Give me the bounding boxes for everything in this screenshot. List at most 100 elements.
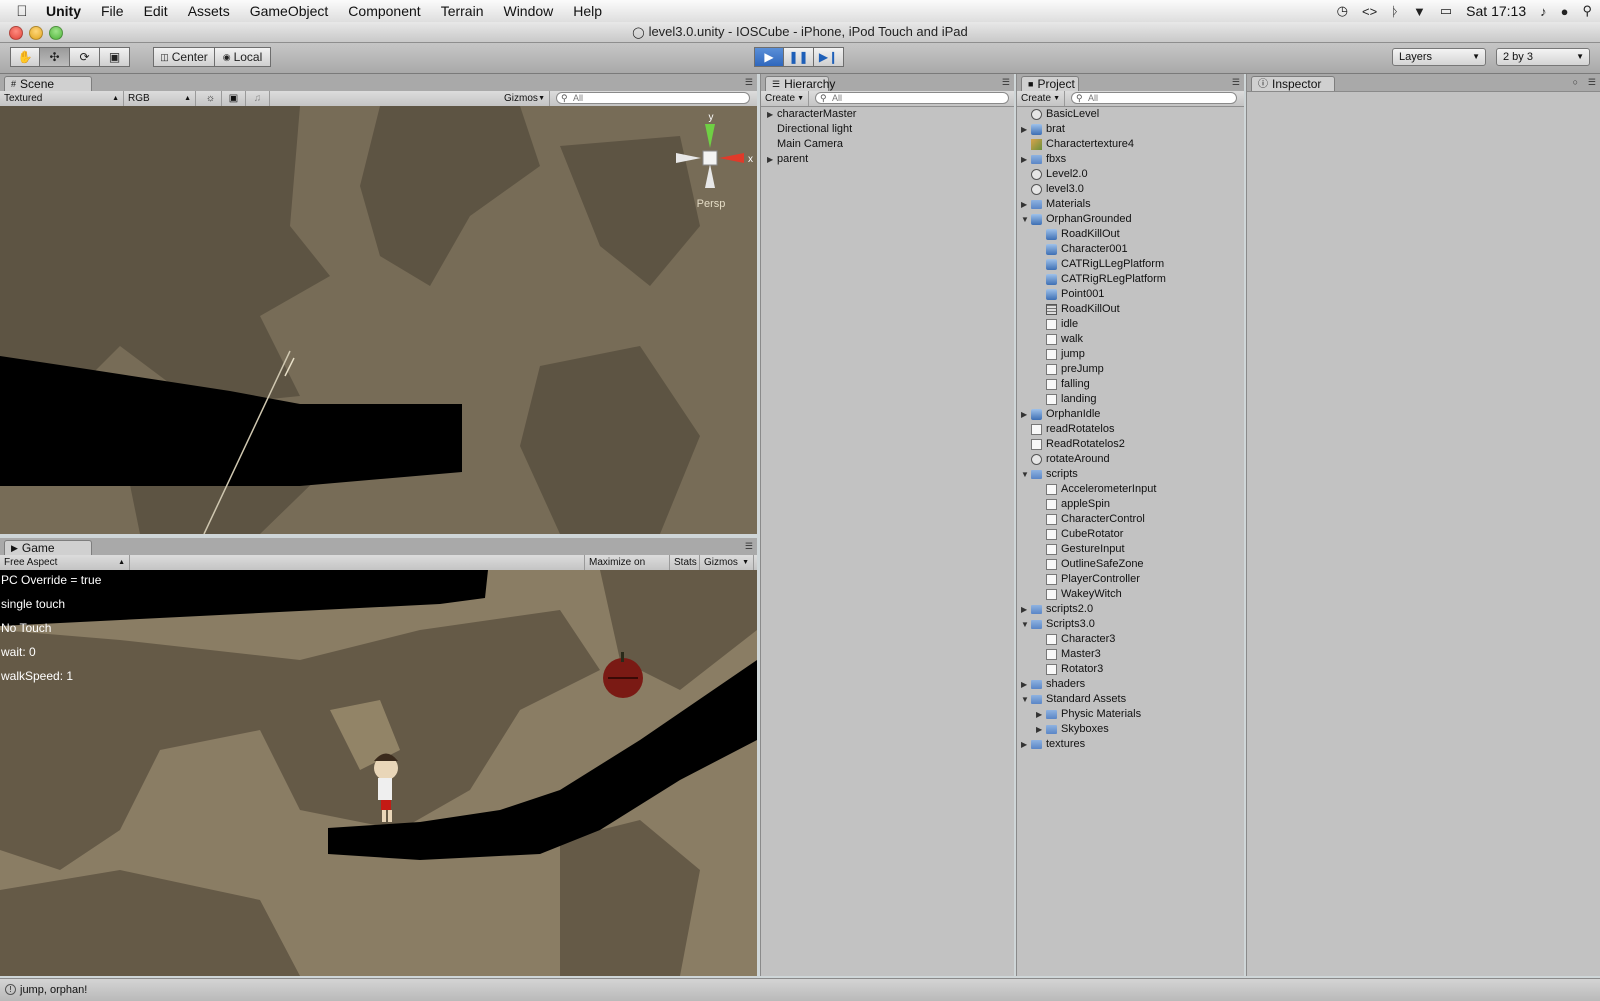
expand-triangle-icon[interactable]: ▶ (1021, 737, 1027, 752)
project-item[interactable]: Rotator3 (1017, 662, 1244, 677)
project-item[interactable]: falling (1017, 377, 1244, 392)
window-zoom-button[interactable] (49, 26, 63, 40)
panel-menu-icon[interactable]: ☰ (1232, 77, 1240, 88)
render-mode-dropdown[interactable]: Textured ▲ (0, 91, 124, 106)
project-item[interactable]: CubeRotator (1017, 527, 1244, 542)
expand-triangle-icon[interactable]: ▶ (1021, 677, 1027, 692)
project-item[interactable]: WakeyWitch (1017, 587, 1244, 602)
project-item[interactable]: appleSpin (1017, 497, 1244, 512)
expand-triangle-icon[interactable]: ▶ (1021, 152, 1027, 167)
project-item[interactable]: ▼ Scripts3.0 (1017, 617, 1244, 632)
project-item[interactable]: Character3 (1017, 632, 1244, 647)
battery-icon[interactable]: ▭ (1440, 3, 1452, 19)
apple-logo-icon[interactable]:  (8, 3, 36, 20)
time-machine-icon[interactable]: ◷ (1337, 3, 1348, 19)
expand-triangle-icon[interactable]: ▶ (767, 107, 773, 122)
menu-component[interactable]: Component (338, 0, 430, 22)
project-create-dropdown[interactable]: Create ▼ (1017, 91, 1065, 106)
expand-triangle-icon[interactable]: ▶ (1021, 197, 1027, 212)
project-item[interactable]: Point001 (1017, 287, 1244, 302)
project-item[interactable]: Character001 (1017, 242, 1244, 257)
project-item[interactable]: ReadRotatelos2 (1017, 437, 1244, 452)
game-gizmos-dropdown[interactable]: Gizmos ▼ (700, 555, 754, 570)
expand-triangle-icon[interactable]: ▶ (1036, 722, 1042, 737)
project-item[interactable]: ▶ textures (1017, 737, 1244, 752)
menu-assets[interactable]: Assets (178, 0, 240, 22)
tab-project[interactable]: ■ Project (1021, 76, 1079, 91)
expand-triangle-icon[interactable]: ▶ (1021, 122, 1027, 137)
scene-gizmos-dropdown[interactable]: Gizmos ▼ (500, 91, 550, 106)
stats-toggle[interactable]: Stats (670, 555, 700, 570)
collapse-triangle-icon[interactable]: ▼ (1021, 467, 1029, 482)
project-item[interactable]: ▶ Physic Materials (1017, 707, 1244, 722)
color-mode-dropdown[interactable]: RGB ▲ (124, 91, 196, 106)
lighting-toggle[interactable]: ☼ (200, 91, 222, 106)
project-item[interactable]: BasicLevel (1017, 107, 1244, 122)
code-icon[interactable]: <> (1362, 4, 1377, 19)
project-item[interactable]: CATRigLLegPlatform (1017, 257, 1244, 272)
user-icon[interactable]: ● (1561, 4, 1569, 19)
project-item[interactable]: CharacterControl (1017, 512, 1244, 527)
menu-gameobject[interactable]: GameObject (240, 0, 339, 22)
project-item[interactable]: RoadKillOut (1017, 302, 1244, 317)
audio-toggle[interactable]: ♫ (246, 91, 270, 106)
tab-inspector[interactable]: ⓘ Inspector (1251, 76, 1335, 91)
step-button[interactable]: ▶❙ (814, 47, 844, 67)
project-item[interactable]: jump (1017, 347, 1244, 362)
project-item[interactable]: Charactertexture4 (1017, 137, 1244, 152)
project-item[interactable]: ▼ OrphanGrounded (1017, 212, 1244, 227)
project-item[interactable]: idle (1017, 317, 1244, 332)
scene-viewport[interactable]: y x Persp (0, 106, 757, 534)
panel-menu-icon[interactable]: ☰ (1002, 77, 1010, 88)
collapse-triangle-icon[interactable]: ▼ (1021, 212, 1029, 227)
tab-scene[interactable]: # Scene (4, 76, 92, 91)
project-item[interactable]: OutlineSafeZone (1017, 557, 1244, 572)
project-item[interactable]: Level2.0 (1017, 167, 1244, 182)
project-item[interactable]: rotateAround (1017, 452, 1244, 467)
expand-triangle-icon[interactable]: ▶ (1036, 707, 1042, 722)
project-item[interactable]: PlayerController (1017, 572, 1244, 587)
hierarchy-item[interactable]: ▶ characterMaster (761, 107, 1014, 122)
hierarchy-search-input[interactable]: ⚲ All (815, 92, 1009, 104)
rotate-tool-button[interactable]: ⟳ (70, 47, 100, 67)
menu-edit[interactable]: Edit (134, 0, 178, 22)
project-item[interactable]: ▶ brat (1017, 122, 1244, 137)
menubar-clock[interactable]: Sat 17:13 (1466, 3, 1526, 19)
project-item[interactable]: walk (1017, 332, 1244, 347)
project-search-input[interactable]: ⚲ All (1071, 92, 1237, 104)
project-item[interactable]: AccelerometerInput (1017, 482, 1244, 497)
image-effects-toggle[interactable]: ▣ (222, 91, 246, 106)
project-item[interactable]: level3.0 (1017, 182, 1244, 197)
collapse-triangle-icon[interactable]: ▼ (1021, 617, 1029, 632)
tab-game[interactable]: ▶ Game (4, 540, 92, 555)
spotlight-search-icon[interactable]: ⚲ (1582, 3, 1592, 19)
expand-triangle-icon[interactable]: ▶ (1021, 407, 1027, 422)
aspect-dropdown[interactable]: Free Aspect ▲ (0, 555, 130, 570)
menu-file[interactable]: File (91, 0, 134, 22)
project-item[interactable]: ▶ scripts2.0 (1017, 602, 1244, 617)
play-button[interactable]: ▶ (754, 47, 784, 67)
window-minimize-button[interactable] (29, 26, 43, 40)
project-item[interactable]: readRotatelos (1017, 422, 1244, 437)
game-viewport[interactable]: PC Override = true single touch No Touch… (0, 570, 757, 976)
bluetooth-icon[interactable]: ᚦ (1391, 4, 1399, 19)
volume-icon[interactable]: ♪ (1540, 4, 1547, 19)
pivot-center-button[interactable]: ◫ Center (153, 47, 215, 67)
maximize-on-play-toggle[interactable]: Maximize on Play (584, 555, 670, 583)
panel-menu-icon[interactable]: ☰ (745, 77, 753, 88)
hierarchy-item[interactable]: Main Camera (761, 137, 1014, 152)
menu-help[interactable]: Help (563, 0, 612, 22)
layers-dropdown[interactable]: Layers ▼ (1392, 48, 1486, 66)
project-item[interactable]: Master3 (1017, 647, 1244, 662)
project-item[interactable]: ▼ scripts (1017, 467, 1244, 482)
project-item[interactable]: preJump (1017, 362, 1244, 377)
collapse-triangle-icon[interactable]: ▼ (1021, 692, 1029, 707)
wifi-icon[interactable]: ▼ (1413, 4, 1426, 19)
hierarchy-item[interactable]: ▶ parent (761, 152, 1014, 167)
project-item[interactable]: GestureInput (1017, 542, 1244, 557)
panel-menu-icon[interactable]: ☰ (1588, 77, 1596, 88)
project-item[interactable]: ▶ Materials (1017, 197, 1244, 212)
menu-app-unity[interactable]: Unity (36, 0, 91, 22)
hierarchy-create-dropdown[interactable]: Create ▼ (761, 91, 809, 106)
project-item[interactable]: ▼ Standard Assets (1017, 692, 1244, 707)
